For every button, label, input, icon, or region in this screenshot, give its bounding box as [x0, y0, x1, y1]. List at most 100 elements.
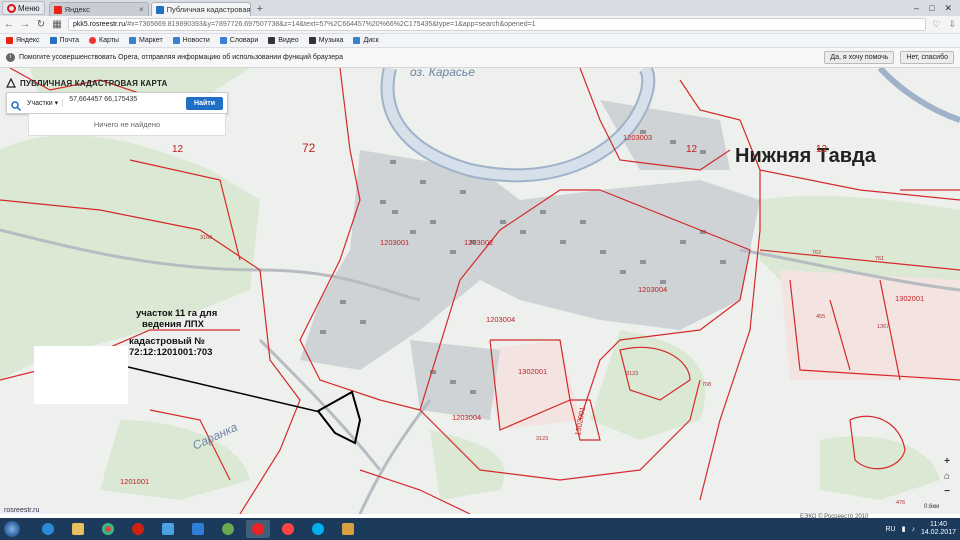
zoom-controls: + ⌂ − [940, 456, 954, 497]
find-button[interactable]: Найти [186, 96, 223, 110]
bookmark-item[interactable]: Яндекс [6, 37, 40, 44]
svg-text:3160: 3160 [200, 235, 212, 241]
taskbar-opera-active-icon[interactable] [246, 520, 270, 538]
taskbar-yandex-icon[interactable] [276, 520, 300, 538]
minimize-icon[interactable]: – [914, 3, 919, 14]
svg-text:708: 708 [702, 382, 711, 388]
back-icon[interactable]: ← [4, 19, 14, 30]
music-icon [308, 37, 316, 44]
town-label: Нижняя Тавда [735, 145, 877, 167]
tab-cadastral-map[interactable]: Публичная кадастровая к × [150, 2, 251, 16]
taskbar: RU ▮ ♪ 11:40 14.02.2017 [0, 518, 960, 540]
taskbar-media-icon[interactable] [186, 520, 210, 538]
svg-text:762: 762 [812, 250, 821, 256]
yandex-favicon-icon [53, 5, 62, 14]
quarter-label: 72 [302, 141, 316, 155]
taskbar-skype-icon[interactable] [306, 520, 330, 538]
taskbar-app-icon[interactable] [216, 520, 240, 538]
info-icon: i [6, 53, 15, 62]
taskbar-explorer-icon[interactable] [66, 520, 90, 538]
bookmark-item[interactable]: Карты [89, 37, 119, 44]
bookmark-item[interactable]: Видео [268, 37, 299, 44]
quarter-label: 12 [172, 144, 184, 155]
help-yes-button[interactable]: Да, я хочу помочь [824, 51, 895, 64]
no-result-message: Ничего не найдено [28, 114, 226, 136]
bookmark-item[interactable]: Словари [219, 37, 258, 44]
bookmark-item[interactable]: Диск [353, 37, 379, 44]
bookmark-item[interactable]: Новости [172, 37, 210, 44]
bookmarks-bar: Яндекс Почта Карты Маркет Новости Словар… [0, 34, 960, 48]
bookmark-item[interactable]: Маркет [128, 37, 163, 44]
taskbar-chrome-icon[interactable] [96, 520, 120, 538]
url-field[interactable]: pkk5.rosreestr.ru /#x=7365669.819890393&… [68, 18, 927, 31]
lake-label: оз. Карасье [410, 68, 475, 79]
parcel-label: 1302001 [518, 367, 547, 376]
svg-text:1367: 1367 [877, 324, 889, 330]
window-controls: – □ ✕ [906, 3, 960, 14]
tab-bar: Меню Яндекс × Публичная кадастровая к × … [0, 0, 960, 16]
home-icon[interactable]: ⌂ [940, 471, 954, 482]
network-icon[interactable]: ▮ [902, 525, 906, 533]
river-branch [877, 68, 960, 123]
parcel-label: 1203003 [623, 133, 652, 142]
forward-icon[interactable]: → [20, 19, 30, 30]
market-icon [128, 37, 136, 44]
search-panel: ПУБЛИЧНАЯ КАДАСТРОВАЯ КАРТА Участки ▾ 57… [6, 76, 228, 136]
language-indicator[interactable]: RU [885, 526, 895, 533]
zoom-in-button[interactable]: + [940, 456, 954, 467]
parcel-label: 1302001 [895, 294, 924, 303]
quarter-label: 12 [686, 144, 698, 155]
video-icon [268, 37, 276, 44]
mail-icon [49, 37, 57, 44]
volume-icon[interactable]: ♪ [911, 526, 915, 533]
address-bar-actions: ♡ ⇩ [932, 19, 956, 30]
bookmark-heart-icon[interactable]: ♡ [932, 19, 940, 30]
quarter-label: 12 [816, 144, 828, 155]
taskbar-ie-icon[interactable] [36, 520, 60, 538]
search-scope-dropdown[interactable]: Участки ▾ [27, 99, 64, 107]
bookmark-item[interactable]: Музыка [308, 37, 343, 44]
close-window-icon[interactable]: ✕ [944, 3, 952, 14]
taskbar-mail-icon[interactable] [156, 520, 180, 538]
river [380, 68, 656, 183]
parcel-label: 1203004 [638, 285, 667, 294]
disk-icon [353, 37, 361, 44]
close-tab-icon[interactable]: × [139, 5, 144, 14]
zoom-out-button[interactable]: − [940, 486, 954, 497]
speed-dial-icon[interactable]: ▦ [52, 19, 62, 30]
taskbar-paint-icon[interactable] [336, 520, 360, 538]
annotation-leader-line [127, 366, 321, 413]
bookmark-item[interactable]: Почта [49, 37, 79, 44]
opera-menu-button[interactable]: Меню [2, 1, 45, 15]
svg-text:476: 476 [896, 500, 905, 506]
clock[interactable]: 11:40 14.02.2017 [921, 521, 956, 537]
scale-label: 0.6км [924, 504, 940, 510]
help-no-button[interactable]: Нет, спасибо [900, 51, 954, 64]
chevron-down-icon: ▾ [54, 100, 59, 107]
taskbar-opera-icon[interactable] [126, 520, 150, 538]
address-bar: ← → ↻ ▦ pkk5.rosreestr.ru /#x=7365669.81… [0, 16, 960, 34]
parcel-label: 1203001 [380, 238, 409, 247]
svg-text:761: 761 [875, 256, 884, 262]
search-box: Участки ▾ 57,664457 66,175435 Найти [6, 92, 228, 114]
dictionary-icon [219, 37, 227, 44]
maximize-icon[interactable]: □ [929, 3, 934, 14]
reload-icon[interactable]: ↻ [36, 19, 46, 30]
parcel-72-12-1201001-703[interactable] [316, 390, 362, 445]
new-tab-button[interactable]: + [257, 3, 263, 15]
svg-text:3123: 3123 [626, 371, 638, 377]
info-bar: i Помогите усовершенствовать Opera, отпр… [0, 48, 960, 68]
status-url: rosreestr.ru [2, 507, 42, 514]
rosreestr-favicon-icon [155, 5, 164, 14]
tab-yandex[interactable]: Яндекс × [48, 2, 149, 16]
download-icon[interactable]: ⇩ [948, 19, 956, 30]
yandex-icon [6, 37, 13, 44]
search-icon[interactable] [11, 98, 22, 112]
annotation-cadastral: кадастровый № 72:12:1201001:703 [129, 336, 213, 358]
system-tray: RU ▮ ♪ 11:40 14.02.2017 [885, 521, 956, 537]
maps-pin-icon [89, 37, 96, 44]
parcel-label: 1203002 [464, 238, 493, 247]
start-button[interactable] [4, 521, 20, 537]
svg-text:3123: 3123 [536, 436, 548, 442]
search-input[interactable]: 57,664457 66,175435 [69, 96, 181, 110]
